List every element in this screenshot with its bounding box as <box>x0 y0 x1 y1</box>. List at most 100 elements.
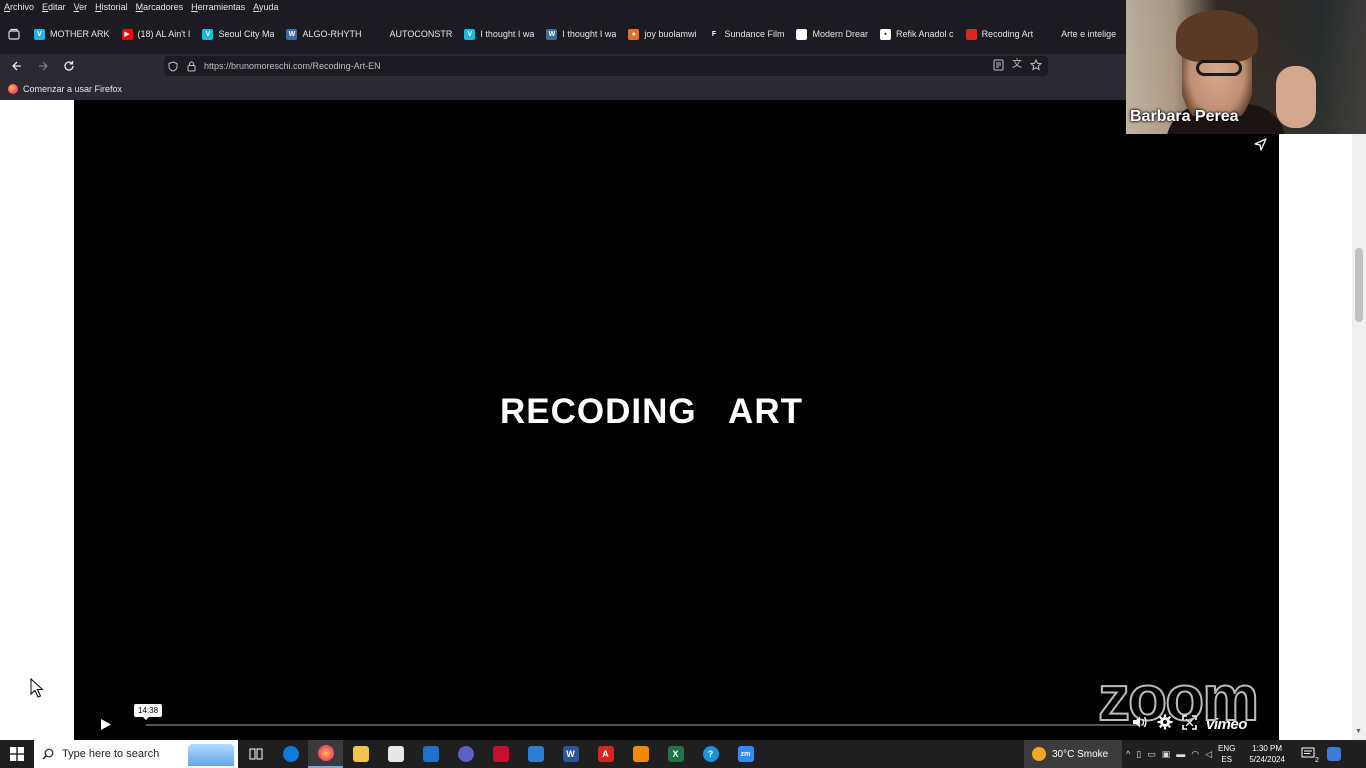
browser-tab[interactable]: ▪ Refik Anadol c <box>874 22 960 46</box>
browser-tab[interactable]: ▶ (18) AL Ain't I <box>116 22 197 46</box>
tray-wifi-icon[interactable]: ◠ <box>1191 749 1199 760</box>
back-button[interactable] <box>4 54 30 78</box>
notification-center-icon[interactable]: 2 <box>1301 746 1319 764</box>
address-bar[interactable]: https://brunomoreschi.com/Recoding-Art-E… <box>164 56 1048 76</box>
vimeo-icon: V <box>34 28 45 40</box>
reader-view-icon[interactable] <box>993 59 1004 73</box>
tab-label: I thought I wa <box>562 29 617 39</box>
taskbar-acrobat[interactable]: A <box>588 740 623 768</box>
video-player[interactable]: RECODING ART 14:38 vimeo <box>74 100 1279 740</box>
taskbar-search[interactable]: Type here to search <box>34 740 238 768</box>
tray-volume-icon[interactable]: ◁ <box>1205 749 1212 760</box>
url-text[interactable]: https://brunomoreschi.com/Recoding-Art-E… <box>204 61 381 71</box>
task-view-icon <box>249 748 262 760</box>
taskbar-word[interactable]: W <box>553 740 588 768</box>
taskbar-help[interactable]: ? <box>693 740 728 768</box>
taskbar-media-player[interactable] <box>448 740 483 768</box>
page-icon <box>373 28 385 40</box>
taskbar-zoom[interactable]: zm <box>728 740 763 768</box>
browser-tab[interactable]: Arte e intelige <box>1039 22 1122 46</box>
taskbar-snipping[interactable] <box>518 740 553 768</box>
language-bottom: ES <box>1221 755 1232 764</box>
site-icon <box>965 28 977 40</box>
menu-archivo[interactable]: Archivo <box>0 2 38 12</box>
menu-ayuda[interactable]: Ayuda <box>249 2 282 12</box>
participant-name: Barbara Perea <box>1130 108 1239 125</box>
tab-label: AUTOCONSTR <box>389 29 453 39</box>
reload-button[interactable] <box>56 54 82 78</box>
snipping-tool-icon <box>527 746 544 762</box>
browser-tab[interactable]: Recoding Art <box>960 22 1040 46</box>
shield-app-icon <box>492 746 509 762</box>
browser-tab[interactable]: W ALGO-RHYTH <box>280 22 367 46</box>
browser-tab[interactable]: V MOTHER ARK <box>28 22 116 46</box>
search-icon <box>42 748 54 760</box>
menu-historial[interactable]: Historial <box>91 2 132 12</box>
taskbar-mail[interactable] <box>413 740 448 768</box>
browser-tab[interactable]: ● joy buolamwi <box>622 22 702 46</box>
play-icon <box>101 719 111 730</box>
share-icon[interactable] <box>1254 138 1267 156</box>
store-icon <box>387 746 404 762</box>
bookmark-star-icon[interactable] <box>1029 58 1043 73</box>
weather-widget[interactable]: 30°C Smoke <box>1024 740 1122 768</box>
menu-editar[interactable]: Editar <box>38 2 70 12</box>
bookmark-getting-started[interactable]: Comenzar a usar Firefox <box>23 84 122 94</box>
search-highlight-image <box>188 744 234 766</box>
taskbar-excel[interactable]: X <box>658 740 693 768</box>
tab-list-button[interactable] <box>0 14 28 54</box>
tray-display-icon[interactable]: ▭ <box>1147 749 1156 760</box>
tray-battery-icon[interactable]: ▬ <box>1176 749 1185 759</box>
windows-taskbar: Type here to search W A X ? zm 30°C Smok… <box>0 740 1366 768</box>
tab-label: joy buolamwi <box>644 29 697 39</box>
browser-tab[interactable]: V Seoul City Ma <box>196 22 280 46</box>
media-player-icon <box>457 746 474 762</box>
clock-time: 1:30 PM <box>1252 744 1283 753</box>
sundance-icon: F <box>708 28 720 40</box>
participant-hair <box>1176 10 1258 62</box>
notification-count: 2 <box>1315 757 1319 764</box>
taskbar-firefox[interactable] <box>308 740 343 768</box>
translate-icon[interactable]: 文 <box>1012 59 1022 73</box>
tab-label: MOTHER ARK <box>50 29 110 39</box>
browser-tab[interactable]: F Sundance Film <box>702 22 790 46</box>
bookmarks-bar: Comenzar a usar Firefox <box>0 78 1126 100</box>
tab-label: ALGO-RHYTH <box>302 29 362 39</box>
participant-hand <box>1276 66 1316 128</box>
tray-usb-icon[interactable]: ▯ <box>1136 749 1141 760</box>
acrobat-icon: A <box>597 746 614 762</box>
page-icon <box>796 28 808 40</box>
tray-meet-icon[interactable]: ▣ <box>1162 749 1171 760</box>
tab-label: Recoding Art <box>981 29 1034 39</box>
browser-tab[interactable]: Modern Drear <box>790 22 874 46</box>
taskbar-edge[interactable] <box>273 740 308 768</box>
vimeo-icon: V <box>464 28 476 40</box>
task-view-button[interactable] <box>238 740 273 768</box>
play-button[interactable] <box>100 718 112 736</box>
shield-icon[interactable] <box>164 60 182 72</box>
browser-tab[interactable]: AUTOCONSTR <box>367 22 458 46</box>
language-indicator[interactable]: ENG ES <box>1218 743 1235 765</box>
start-button[interactable] <box>0 740 34 768</box>
browser-tab[interactable]: W I thought I wa <box>540 22 622 46</box>
scroll-thumb[interactable] <box>1355 248 1363 322</box>
browser-tab[interactable]: V I thought I wa <box>458 22 540 46</box>
tray-chevron-up-icon[interactable]: ^ <box>1126 749 1130 759</box>
video-progress-bar[interactable] <box>146 724 1146 726</box>
menu-herramientas[interactable]: Herramientas <box>187 2 249 12</box>
taskbar-mcafee[interactable] <box>483 740 518 768</box>
arrow-right-icon <box>39 61 48 71</box>
lock-icon[interactable] <box>182 61 200 72</box>
web-page: RECODING ART 14:38 vimeo ▲ ▼ <box>0 100 1366 740</box>
profile-avatar[interactable] <box>1326 747 1341 761</box>
taskbar-store[interactable] <box>378 740 413 768</box>
vlc-icon <box>632 746 649 762</box>
menu-ver[interactable]: Ver <box>70 2 92 12</box>
taskbar-vlc[interactable] <box>623 740 658 768</box>
forward-button[interactable] <box>30 54 56 78</box>
scroll-down-icon[interactable]: ▼ <box>1355 728 1362 735</box>
page-scrollbar[interactable]: ▲ ▼ <box>1352 100 1366 740</box>
taskbar-file-explorer[interactable] <box>343 740 378 768</box>
taskbar-clock[interactable]: 1:30 PM 5/24/2024 <box>1249 743 1285 765</box>
menu-marcadores[interactable]: Marcadores <box>132 2 188 12</box>
